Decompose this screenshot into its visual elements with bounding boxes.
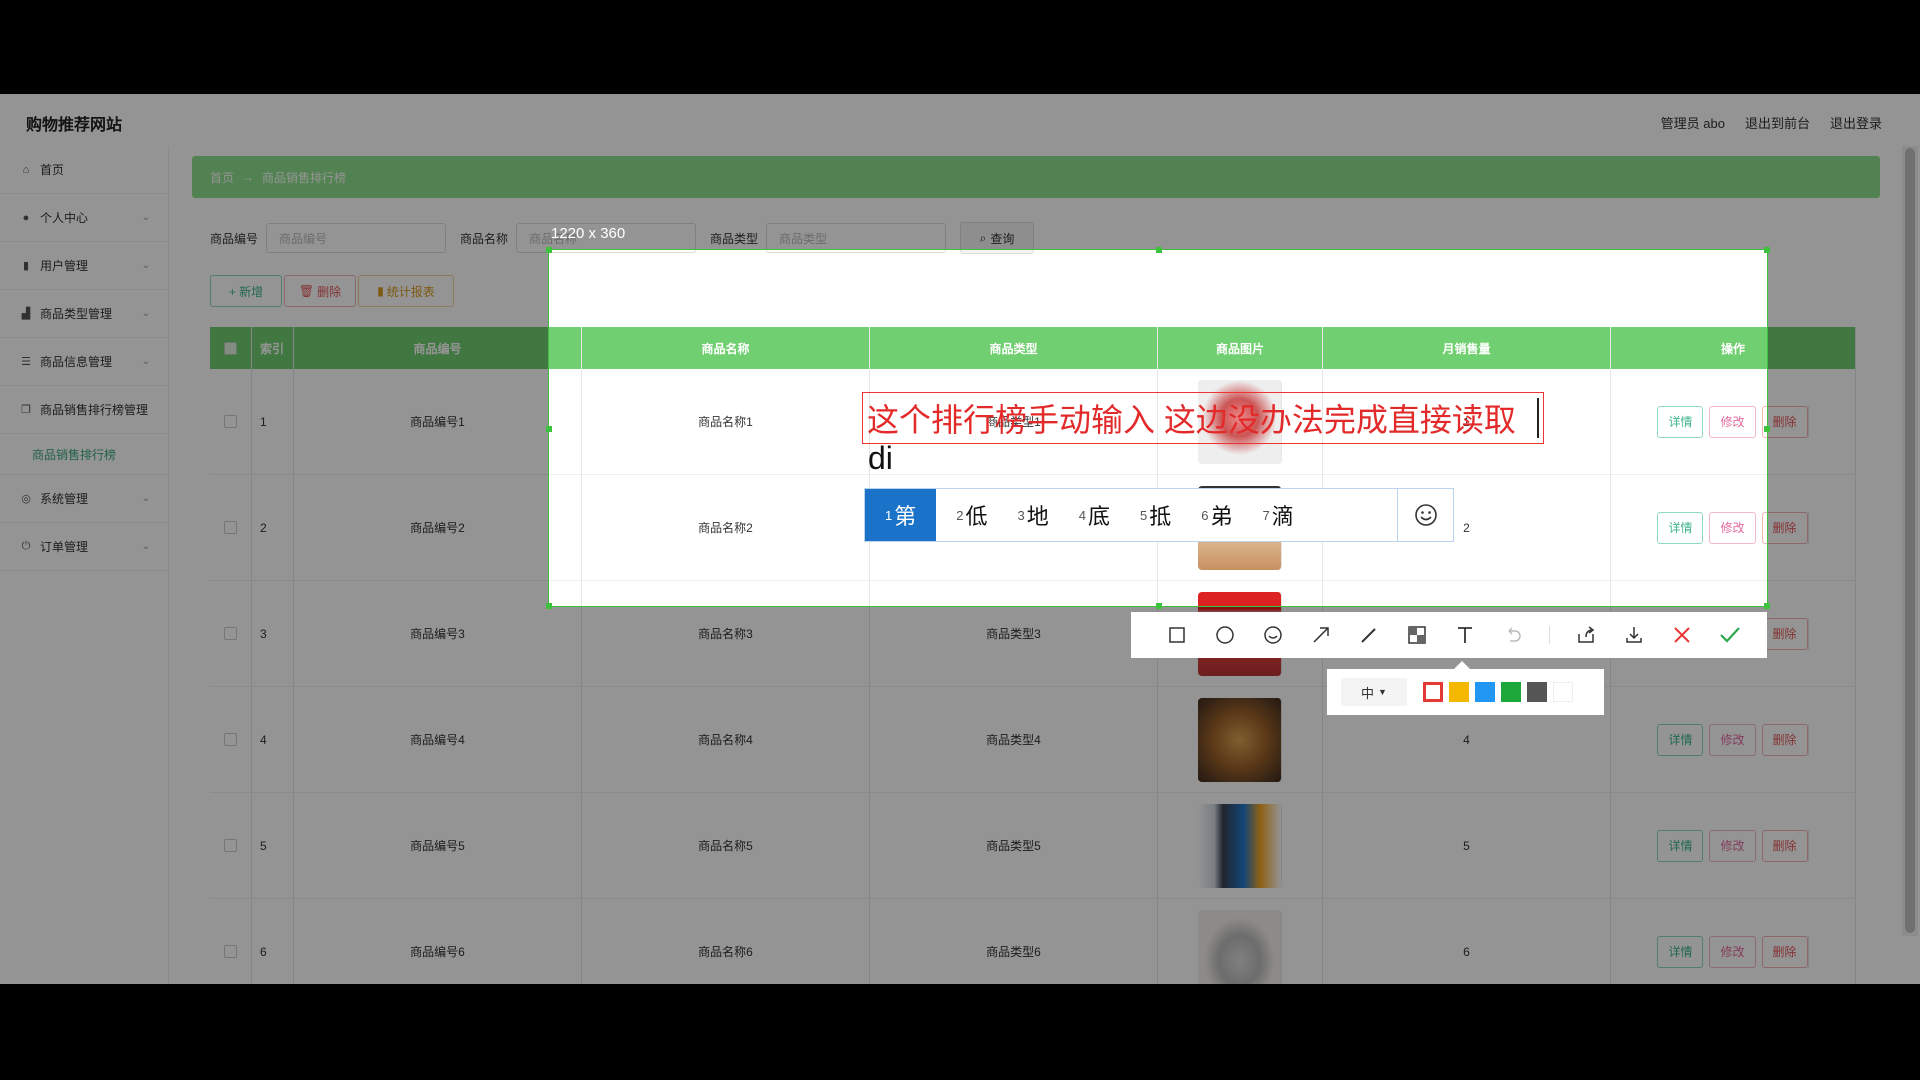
ime-candidate[interactable]: 4底: [1059, 489, 1120, 541]
resize-handle[interactable]: [1156, 603, 1162, 609]
text-annotation[interactable]: 这个排行榜手动输入 这边没办法完成直接读取: [862, 392, 1544, 444]
share-icon[interactable]: [1574, 623, 1598, 647]
mosaic-tool-icon[interactable]: [1405, 623, 1429, 647]
color-swatch-red[interactable]: [1423, 682, 1443, 702]
resize-handle[interactable]: [546, 426, 552, 432]
ime-composition: di: [868, 440, 893, 476]
text-caret: [1537, 398, 1539, 438]
ime-candidate[interactable]: 1第: [865, 489, 937, 541]
capture-toolbar: [1131, 612, 1767, 658]
font-size-select[interactable]: 中 ▼: [1341, 678, 1407, 706]
pen-tool-icon[interactable]: [1357, 623, 1381, 647]
download-icon[interactable]: [1622, 623, 1646, 647]
ime-candidate[interactable]: 6弟: [1181, 489, 1242, 541]
resize-handle[interactable]: [1156, 247, 1162, 253]
ime-candidate-bar: 1第 2低 3地 4底 5抵 6弟 7滴: [864, 488, 1454, 542]
color-swatch-blue[interactable]: [1475, 682, 1495, 702]
close-icon[interactable]: [1670, 623, 1694, 647]
text-tool-icon[interactable]: [1453, 623, 1477, 647]
caret-down-icon: ▼: [1378, 687, 1387, 697]
capture-dim-bottom: [0, 607, 1920, 984]
toolbar-divider: [1549, 626, 1550, 644]
resize-handle[interactable]: [1764, 247, 1770, 253]
ellipse-tool-icon[interactable]: [1213, 623, 1237, 647]
color-swatch-green[interactable]: [1501, 682, 1521, 702]
ime-candidate[interactable]: 2低: [936, 489, 997, 541]
capture-size-label: 1220 x 360: [551, 225, 626, 242]
ime-candidate[interactable]: 5抵: [1120, 489, 1181, 541]
text-style-palette: 中 ▼: [1327, 661, 1604, 715]
resize-handle[interactable]: [546, 247, 552, 253]
confirm-check-icon[interactable]: [1718, 623, 1742, 647]
resize-handle[interactable]: [1764, 426, 1770, 432]
emoji-tool-icon[interactable]: [1261, 623, 1285, 647]
color-swatch-yellow[interactable]: [1449, 682, 1469, 702]
color-swatch-white[interactable]: [1553, 682, 1573, 702]
arrow-tool-icon[interactable]: [1309, 623, 1333, 647]
capture-dim-left: [0, 249, 548, 607]
resize-handle[interactable]: [1764, 603, 1770, 609]
capture-dim-right: [1768, 249, 1920, 607]
color-swatch-gray[interactable]: [1527, 682, 1547, 702]
capture-dim-top: [0, 94, 1920, 249]
font-size-value: 中: [1361, 685, 1375, 701]
smiley-icon[interactable]: [1397, 489, 1453, 541]
ime-candidate[interactable]: 3地: [998, 489, 1059, 541]
resize-handle[interactable]: [546, 603, 552, 609]
ime-candidate[interactable]: 7滴: [1243, 489, 1304, 541]
rectangle-tool-icon[interactable]: [1165, 623, 1189, 647]
undo-icon[interactable]: [1501, 623, 1525, 647]
